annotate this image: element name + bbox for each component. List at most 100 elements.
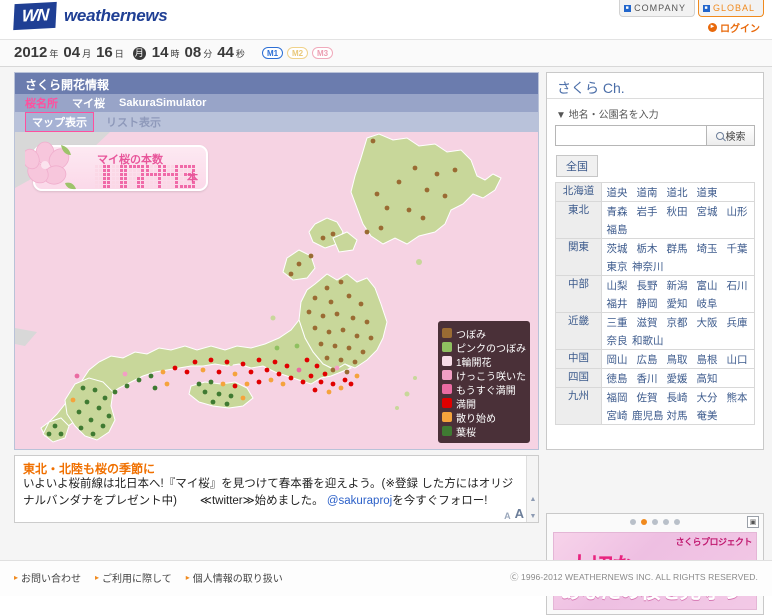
prefecture-link[interactable]: 山梨	[602, 277, 632, 294]
scroll-up-arrow[interactable]: ▲	[528, 494, 538, 504]
carousel-dot[interactable]	[652, 519, 658, 525]
text-size-small-button[interactable]: A	[504, 511, 511, 521]
region-name-0[interactable]: 北海道	[555, 182, 602, 202]
prefecture-link[interactable]: 栃木	[632, 240, 662, 257]
prefecture-link[interactable]: 青森	[602, 203, 632, 220]
region-name-1[interactable]: 東北	[555, 201, 602, 239]
prefecture-link[interactable]: 長野	[632, 277, 662, 294]
prefecture-link[interactable]: 佐賀	[632, 389, 662, 406]
prefecture-link[interactable]: 茨城	[602, 240, 632, 257]
badge-m1[interactable]: M1	[262, 47, 283, 59]
tab-company[interactable]: ■ COMPANY	[619, 0, 695, 17]
twitter-handle-link[interactable]: @sakuraproj	[327, 495, 392, 507]
prefecture-link[interactable]: 大分	[692, 389, 722, 406]
footer-link-terms[interactable]: ▸ ご利用に際して	[95, 570, 172, 585]
prefecture-link[interactable]: 富山	[692, 277, 722, 294]
search-input[interactable]	[555, 125, 706, 146]
prefecture-link[interactable]: 群馬	[662, 240, 692, 257]
region-name-4[interactable]: 近畿	[555, 312, 602, 350]
prefecture-link[interactable]: 岡山	[602, 351, 632, 368]
carousel-dot[interactable]	[630, 519, 636, 525]
prefecture-link[interactable]: 香川	[632, 370, 662, 387]
expand-icon[interactable]: ▣	[747, 516, 759, 528]
prefecture-link[interactable]: 静岡	[632, 295, 662, 312]
prefecture-link[interactable]: 滋賀	[632, 314, 662, 331]
prefecture-link[interactable]: 鹿児島	[632, 407, 664, 424]
prefecture-link[interactable]: 徳島	[602, 370, 632, 387]
text-size-large-button[interactable]: A	[515, 506, 524, 521]
prefecture-link[interactable]: 新潟	[662, 277, 692, 294]
search-row: 検索	[547, 125, 763, 146]
prefecture-link[interactable]: 宮城	[692, 203, 722, 220]
prefecture-link[interactable]: 神奈川	[632, 258, 664, 275]
carousel-dot[interactable]	[641, 519, 647, 525]
wn-logo-text: weathernews	[64, 6, 168, 25]
badge-m2[interactable]: M2	[287, 47, 308, 59]
prefecture-link[interactable]: 宮崎	[602, 407, 632, 424]
map-legend: つぼみ ピンクのつぼみ 1輪開花 けっこう咲いた もうすぐ満開 満開 散り始め …	[436, 319, 532, 445]
prefecture-link[interactable]: 高知	[692, 370, 722, 387]
japan-sakura-map[interactable]: マイ桜の本数 本 つぼみ ピンクのつぼみ 1輪開花 けっこう咲いた もうすぐ満開…	[15, 132, 538, 449]
scroll-down-arrow[interactable]: ▼	[528, 511, 538, 521]
prefecture-link[interactable]: 長崎	[662, 389, 692, 406]
region-name-2[interactable]: 関東	[555, 238, 602, 276]
tab-sakura-meisho[interactable]: 桜名所	[25, 95, 58, 111]
region-name-7[interactable]: 九州	[555, 387, 602, 425]
tab-global[interactable]: ■ GLOBAL	[697, 0, 764, 17]
prefecture-link[interactable]: 熊本	[722, 389, 752, 406]
prefecture-link[interactable]: 京都	[662, 314, 692, 331]
prefecture-link[interactable]: 道東	[692, 184, 722, 201]
prefecture-link[interactable]: 山形	[722, 203, 752, 220]
prefecture-link[interactable]: 兵庫	[722, 314, 752, 331]
legend-item: 満開	[442, 396, 526, 411]
prefecture-link[interactable]: 岐阜	[692, 295, 722, 312]
prefecture-link[interactable]: 愛知	[662, 295, 692, 312]
nationwide-button[interactable]: 全国	[556, 155, 598, 177]
date-year: 2012	[14, 44, 48, 61]
sakura-bloom-panel: さくら開花情報 桜名所 マイ桜 SakuraSimulator マップ表示 リス…	[14, 72, 539, 450]
badge-m3[interactable]: M3	[312, 47, 333, 59]
region-name-3[interactable]: 中部	[555, 275, 602, 313]
carousel-dot[interactable]	[663, 519, 669, 525]
footer-link-privacy[interactable]: ▸ 個人情報の取り扱い	[186, 570, 283, 585]
prefecture-link[interactable]: 埼玉	[692, 240, 722, 257]
prefecture-link[interactable]: 島根	[692, 351, 722, 368]
site-header: WN weathernews ■ COMPANY ■ GLOBAL ► ログイン	[0, 0, 772, 40]
prefecture-link[interactable]: 道南	[632, 184, 662, 201]
weathernews-logo[interactable]: WN weathernews	[13, 1, 168, 31]
prefecture-link[interactable]: 広島	[632, 351, 662, 368]
prefecture-link[interactable]: 千葉	[722, 240, 752, 257]
prefecture-link[interactable]: 秋田	[662, 203, 692, 220]
carousel-dot[interactable]	[674, 519, 680, 525]
list-view-button[interactable]: リスト表示	[100, 113, 167, 131]
prefecture-link[interactable]: 対馬	[662, 407, 692, 424]
prefecture-link[interactable]: 道央	[602, 184, 632, 201]
news-scrollbar[interactable]: ▲ ▼	[526, 456, 538, 522]
prefecture-link[interactable]: 奄美	[692, 407, 722, 424]
prefecture-link[interactable]: 石川	[722, 277, 752, 294]
tab-sakura-simulator[interactable]: SakuraSimulator	[119, 97, 206, 109]
region-name-6[interactable]: 四国	[555, 368, 602, 388]
prefecture-link[interactable]: 山口	[722, 351, 752, 368]
prefecture-link[interactable]: 愛媛	[662, 370, 692, 387]
region-name-5[interactable]: 中国	[555, 349, 602, 369]
prefecture-link[interactable]: 福井	[602, 295, 632, 312]
prefecture-link[interactable]: 福島	[602, 221, 632, 238]
footer-link-label: お問い合わせ	[21, 574, 82, 585]
search-button[interactable]: 検索	[706, 125, 755, 146]
prefecture-link[interactable]: 三重	[602, 314, 632, 331]
prefecture-link[interactable]: 和歌山	[632, 332, 664, 349]
prefecture-link[interactable]: 岩手	[632, 203, 662, 220]
prefecture-link[interactable]: 東京	[602, 258, 632, 275]
map-view-button[interactable]: マップ表示	[25, 112, 94, 132]
login-link[interactable]: ► ログイン	[708, 20, 760, 35]
counter-digit	[129, 165, 144, 188]
prefecture-link[interactable]: 奈良	[602, 332, 632, 349]
tab-my-sakura[interactable]: マイ桜	[72, 95, 105, 111]
prefecture-link[interactable]: 大阪	[692, 314, 722, 331]
search-button-label: 検索	[725, 132, 746, 143]
prefecture-link[interactable]: 道北	[662, 184, 692, 201]
footer-link-contact[interactable]: ▸ お問い合わせ	[14, 570, 81, 585]
prefecture-link[interactable]: 福岡	[602, 389, 632, 406]
prefecture-link[interactable]: 鳥取	[662, 351, 692, 368]
